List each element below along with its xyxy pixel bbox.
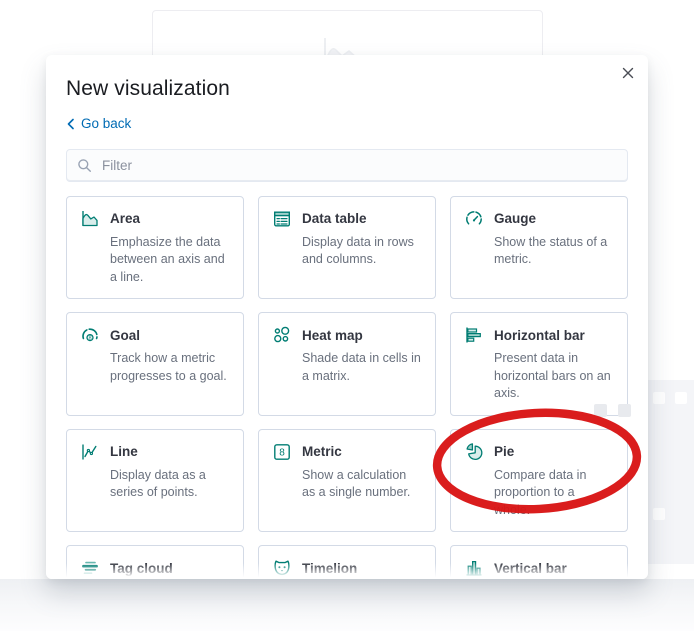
vis-card-title: Line: [110, 444, 138, 459]
new-visualization-modal: New visualization Go back Area Emphasize…: [46, 55, 648, 579]
horizontal-bar-icon: [466, 327, 481, 343]
page-background: [0, 579, 694, 631]
vis-card-description: Present data in horizontal bars on an ax…: [494, 351, 611, 400]
filter-search-bar: [66, 148, 628, 182]
vis-card-title: Area: [110, 211, 141, 226]
vis-card-timelion[interactable]: Timelion Show time series data on a grap…: [258, 545, 436, 579]
data-table-icon: [274, 211, 291, 227]
vis-card-gauge[interactable]: Gauge Show the status of a metric.: [450, 195, 628, 299]
vis-card-description: Shade data in cells in a matrix.: [302, 351, 421, 383]
search-icon: [78, 158, 91, 172]
vis-card-title: Gauge: [494, 211, 537, 226]
go-back-label: Go back: [81, 116, 132, 131]
vis-card-data-table[interactable]: Data table Display data in rows and colu…: [258, 195, 436, 299]
gauge-icon: [466, 210, 482, 225]
vis-card-title: Tag cloud: [110, 560, 173, 576]
vis-card-area[interactable]: Area Emphasize the data between an axis …: [66, 195, 244, 299]
svg-text:8: 8: [279, 447, 285, 458]
vis-card-description: Show a calculation as a single number.: [302, 467, 411, 500]
vis-card-description: Display data as a series of points.: [110, 467, 206, 500]
background-square-fragment: [594, 404, 607, 417]
svg-text:8: 8: [88, 336, 91, 342]
goal-icon: 8: [82, 328, 98, 342]
filter-input[interactable]: [100, 156, 617, 174]
vertical-bar-icon: [466, 560, 482, 576]
area-chart-icon: [82, 210, 98, 226]
chevron-left-icon: [67, 118, 74, 129]
visualization-type-grid: Area Emphasize the data between an axis …: [66, 195, 628, 579]
vis-card-description: Track how a metric progresses to a goal.: [110, 351, 227, 383]
vis-card-title: Vertical bar: [494, 560, 567, 576]
vis-card-title: Horizontal bar: [494, 327, 585, 343]
line-chart-icon: [82, 444, 97, 459]
metric-icon: 8: [274, 443, 290, 460]
vis-card-goal[interactable]: 8 Goal Track how a metric progresses to …: [66, 312, 244, 416]
tag-cloud-icon: [82, 561, 98, 574]
go-back-link[interactable]: Go back: [66, 116, 131, 131]
vis-card-horizontal-bar[interactable]: Horizontal bar Present data in horizonta…: [450, 312, 628, 416]
vis-card-title: Goal: [110, 327, 141, 343]
background-square-fragment: [618, 404, 631, 417]
vis-card-metric[interactable]: 8 Metric Show a calculation as a single …: [258, 428, 436, 532]
vis-card-pie[interactable]: Pie Compare data in proportion to a whol…: [450, 428, 628, 532]
vis-card-title: Timelion: [302, 560, 358, 576]
vis-card-description: Compare data in proportion to a whole.: [494, 467, 587, 517]
timelion-icon: [274, 560, 290, 576]
vis-card-description: Emphasize the data between an axis and a…: [110, 234, 225, 284]
vis-card-title: Metric: [302, 444, 342, 459]
vis-card-description: Show the status of a metric.: [494, 234, 608, 267]
vis-card-title: Heat map: [302, 327, 363, 343]
pie-chart-icon: [466, 442, 483, 460]
heat-map-icon: [274, 326, 290, 343]
vis-card-description: Display data in rows and columns.: [302, 234, 414, 267]
page-title: New visualization: [66, 77, 230, 100]
vis-card-title: Data table: [302, 211, 367, 226]
vis-card-vertical-bar[interactable]: Vertical bar Present data in vertical ba…: [450, 545, 628, 579]
vis-card-tag-cloud[interactable]: Tag cloud Display word frequency with fo…: [66, 545, 244, 579]
background-page-fragment: [648, 380, 694, 564]
vis-card-heat-map[interactable]: Heat map Shade data in cells in a matrix…: [258, 312, 436, 416]
vis-card-line[interactable]: Line Display data as a series of points.: [66, 428, 244, 532]
vis-card-title: Pie: [494, 444, 515, 459]
